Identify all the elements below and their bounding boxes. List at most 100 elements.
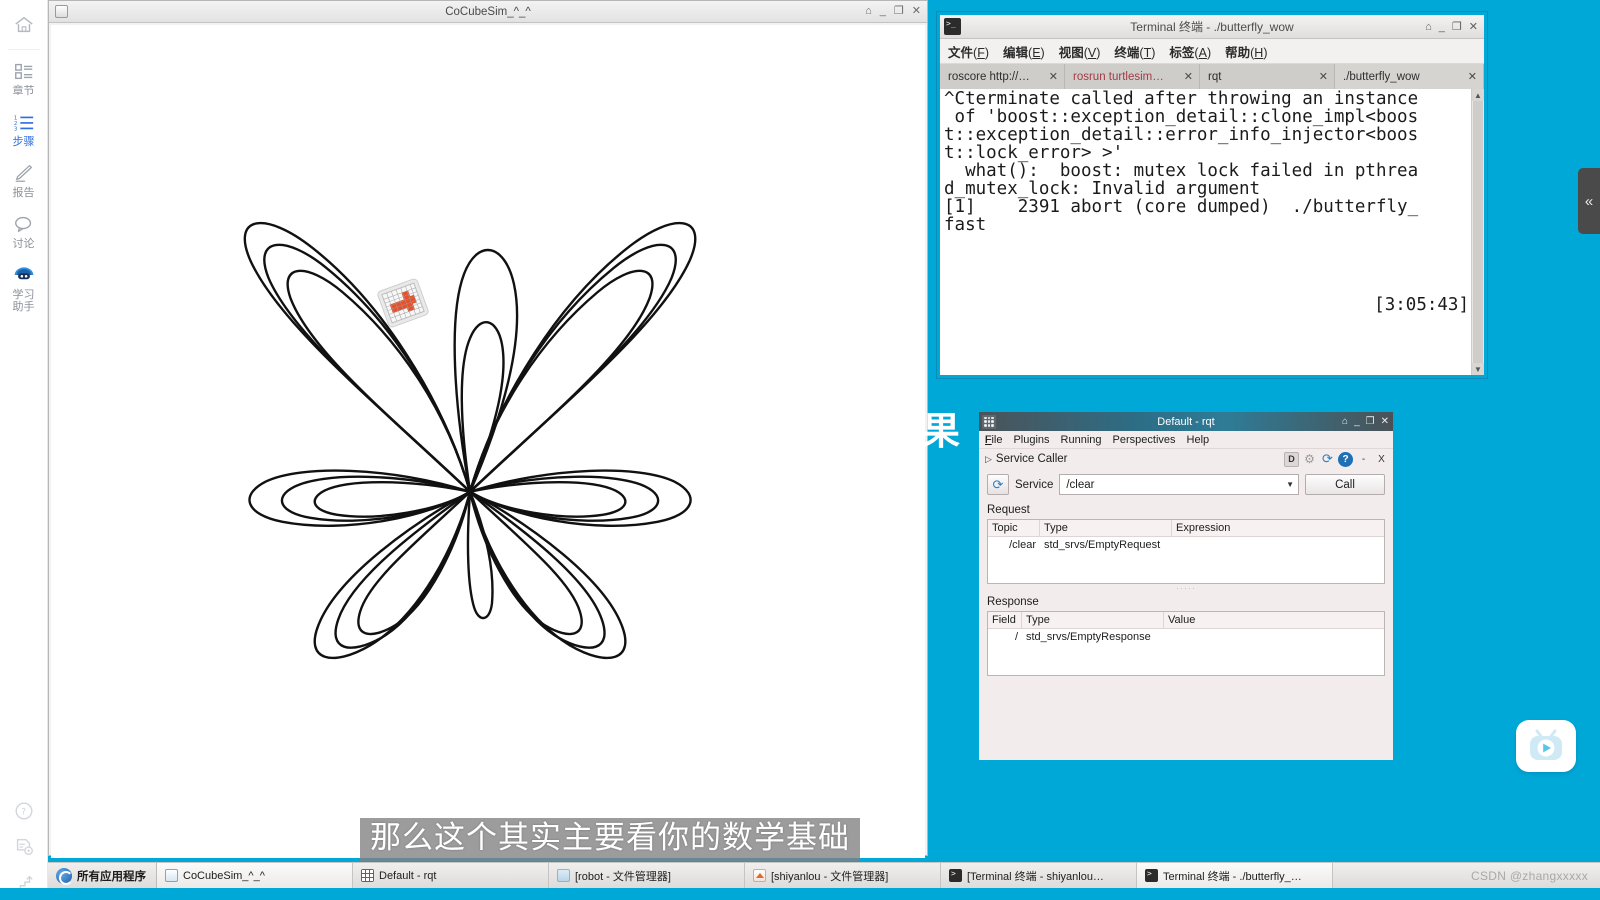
sidebar-item-discuss[interactable]: 讨论 xyxy=(0,205,48,256)
service-select[interactable]: /clear ▼ xyxy=(1059,474,1299,495)
menu-help[interactable]: 帮助(H) xyxy=(1225,42,1267,61)
table-row[interactable]: / std_srvs/EmptyResponse xyxy=(988,629,1384,643)
call-button[interactable]: Call xyxy=(1305,474,1385,495)
sidebar-item-home[interactable] xyxy=(0,0,48,45)
menu-view[interactable]: 视图(V) xyxy=(1059,42,1101,61)
terminal-tab-rqt[interactable]: rqt ✕ xyxy=(1200,64,1335,89)
maximize-button[interactable]: ❐ xyxy=(1452,20,1462,33)
collapse-panel-button[interactable]: « xyxy=(1578,168,1600,234)
bilibili-badge[interactable] xyxy=(1516,720,1576,772)
column-header-type[interactable]: Type xyxy=(1040,520,1172,536)
terminal-tab-butterfly[interactable]: ./butterfly_wow ✕ xyxy=(1335,64,1484,89)
simulation-canvas[interactable] xyxy=(51,25,925,859)
menu-help[interactable]: Help xyxy=(1187,434,1210,446)
cocubesim-window-buttons: ⌂ _ ❐ ✕ xyxy=(865,6,921,17)
steps-icon: 1 2 3 xyxy=(13,115,33,132)
sidebar-item-label: 步骤 xyxy=(12,136,35,148)
sidebar-item-help[interactable]: ? xyxy=(0,792,48,828)
taskbar: 所有应用程序 CoCubeSim_^_^ Default - rqt [robo… xyxy=(48,862,1600,888)
taskbar-item-shiyanlou-filemanager[interactable]: [shiyanlou - 文件管理器] xyxy=(745,863,941,888)
close-plugin-icon[interactable]: X xyxy=(1374,452,1389,467)
terminal-scrollbar[interactable]: ▲ ▼ xyxy=(1471,89,1484,375)
terminal-titlebar[interactable]: Terminal 终端 - ./butterfly_wow ⌂ _ ❐ ✕ xyxy=(940,15,1484,39)
start-menu-button[interactable]: 所有应用程序 xyxy=(48,863,157,888)
sidebar-item-feedback[interactable] xyxy=(0,828,48,864)
column-header-field[interactable]: Field xyxy=(988,612,1022,628)
menu-edit[interactable]: 编辑(E) xyxy=(1003,42,1045,61)
shade-button[interactable]: ⌂ xyxy=(865,6,872,17)
column-header-expression[interactable]: Expression xyxy=(1172,520,1384,536)
panel-splitter[interactable]: ····· xyxy=(979,583,1393,593)
service-refresh-button[interactable]: ⟳ xyxy=(987,474,1009,495)
column-header-topic[interactable]: Topic xyxy=(988,520,1040,536)
maximize-button[interactable]: ❐ xyxy=(894,6,904,17)
minimize-button[interactable]: _ xyxy=(880,6,886,17)
dock-icon[interactable]: D xyxy=(1284,451,1299,467)
terminal-tab-roscore[interactable]: roscore http://… ✕ xyxy=(940,64,1065,89)
tab-close-icon[interactable]: ✕ xyxy=(1468,70,1477,83)
menu-running[interactable]: Running xyxy=(1061,434,1102,446)
refresh-icon[interactable]: ⟳ xyxy=(1320,451,1335,467)
close-button[interactable]: ✕ xyxy=(912,6,921,17)
column-header-type[interactable]: Type xyxy=(1022,612,1164,628)
tab-close-icon[interactable]: ✕ xyxy=(1049,70,1058,83)
menu-terminal[interactable]: 终端(T) xyxy=(1114,42,1155,61)
help-icon[interactable]: ? xyxy=(1338,451,1353,467)
tab-close-icon[interactable]: ✕ xyxy=(1319,70,1328,83)
terminal-tab-turtlesim[interactable]: rosrun turtlesim… ✕ xyxy=(1065,64,1200,89)
sidebar-item-label: 学习 助手 xyxy=(12,289,35,313)
terminal-inner: Terminal 终端 - ./butterfly_wow ⌂ _ ❐ ✕ 文件… xyxy=(940,15,1484,375)
shade-button[interactable]: ⌂ xyxy=(1425,21,1432,33)
menu-perspectives[interactable]: Perspectives xyxy=(1113,434,1176,446)
request-title: Request xyxy=(987,504,1030,516)
maximize-button[interactable]: ❐ xyxy=(1366,416,1375,427)
request-table[interactable]: Topic Type Expression /clear std_srvs/Em… xyxy=(987,519,1385,584)
menu-file[interactable]: 文件(F) xyxy=(948,42,989,61)
taskbar-item-label: Terminal 终端 - ./butterfly_… xyxy=(1163,870,1302,883)
column-header-value[interactable]: Value xyxy=(1164,612,1384,628)
sidebar-item-assistant[interactable]: 学习 助手 xyxy=(0,256,48,319)
rqt-window-buttons: ⌂ _ ❐ ✕ xyxy=(1342,416,1389,427)
table-row[interactable]: /clear std_srvs/EmptyRequest xyxy=(988,537,1384,551)
minimize-button[interactable]: _ xyxy=(1354,416,1360,427)
sidebar-item-chapters[interactable]: 章节 xyxy=(0,52,48,103)
terminal-body[interactable]: ^Cterminate called after throwing an ins… xyxy=(940,89,1484,375)
taskbar-item-terminal-shiyanlou[interactable]: [Terminal 终端 - shiyanlou… xyxy=(941,863,1137,888)
tab-close-icon[interactable]: ✕ xyxy=(1184,70,1193,83)
menu-plugins[interactable]: Plugins xyxy=(1013,434,1049,446)
menu-tabs[interactable]: 标签(A) xyxy=(1169,42,1211,61)
taskbar-item-terminal-butterfly[interactable]: Terminal 终端 - ./butterfly_… xyxy=(1137,863,1333,888)
cocubesim-titlebar[interactable]: CoCubeSim_^_^ ⌂ _ ❐ ✕ xyxy=(49,1,927,23)
tab-label: rosrun turtlesim… xyxy=(1073,70,1164,83)
menu-file[interactable]: FFile xyxy=(985,434,1003,446)
taskbar-item-label: CoCubeSim_^_^ xyxy=(183,869,265,882)
service-caller-row: ⟳ Service /clear ▼ Call xyxy=(979,469,1393,500)
cell-field: / xyxy=(1014,631,1018,643)
taskbar-item-robot-filemanager[interactable]: [robot - 文件管理器] xyxy=(549,863,745,888)
scrollbar-thumb[interactable] xyxy=(1473,101,1483,363)
expander-triangle-icon[interactable]: ▷ xyxy=(985,454,992,465)
sidebar-item-steps[interactable]: 1 2 3 步骤 xyxy=(0,103,48,154)
minimize-plugin-icon[interactable]: - xyxy=(1356,452,1371,467)
terminal-tabstrip: roscore http://… ✕ rosrun turtlesim… ✕ r… xyxy=(940,64,1484,89)
shade-button[interactable]: ⌂ xyxy=(1342,416,1348,427)
sidebar-divider xyxy=(7,49,40,50)
taskbar-item-rqt[interactable]: Default - rqt xyxy=(353,863,549,888)
close-button[interactable]: ✕ xyxy=(1381,416,1389,427)
bottom-accent-strip xyxy=(0,888,1600,900)
taskbar-item-cocubesim[interactable]: CoCubeSim_^_^ xyxy=(157,863,353,888)
taskbar-item-label: [robot - 文件管理器] xyxy=(575,870,671,883)
cell-type: std_srvs/EmptyResponse xyxy=(1026,631,1151,643)
sidebar-item-report[interactable]: 报告 xyxy=(0,154,48,205)
gear-icon[interactable]: ⚙ xyxy=(1302,452,1317,467)
scroll-down-icon[interactable]: ▼ xyxy=(1472,363,1484,375)
scroll-up-icon[interactable]: ▲ xyxy=(1472,89,1484,101)
sidebar-item-label: 讨论 xyxy=(12,238,35,250)
pencil-icon xyxy=(15,165,32,182)
rqt-titlebar[interactable]: Default - rqt ⌂ _ ❐ ✕ xyxy=(979,412,1393,431)
response-table[interactable]: Field Type Value / std_srvs/EmptyRespons… xyxy=(987,611,1385,676)
close-button[interactable]: ✕ xyxy=(1469,20,1478,33)
chevron-down-icon: ▼ xyxy=(1286,480,1294,489)
rqt-inner: Default - rqt ⌂ _ ❐ ✕ FFile Plugins Runn… xyxy=(979,412,1393,760)
minimize-button[interactable]: _ xyxy=(1439,21,1445,33)
